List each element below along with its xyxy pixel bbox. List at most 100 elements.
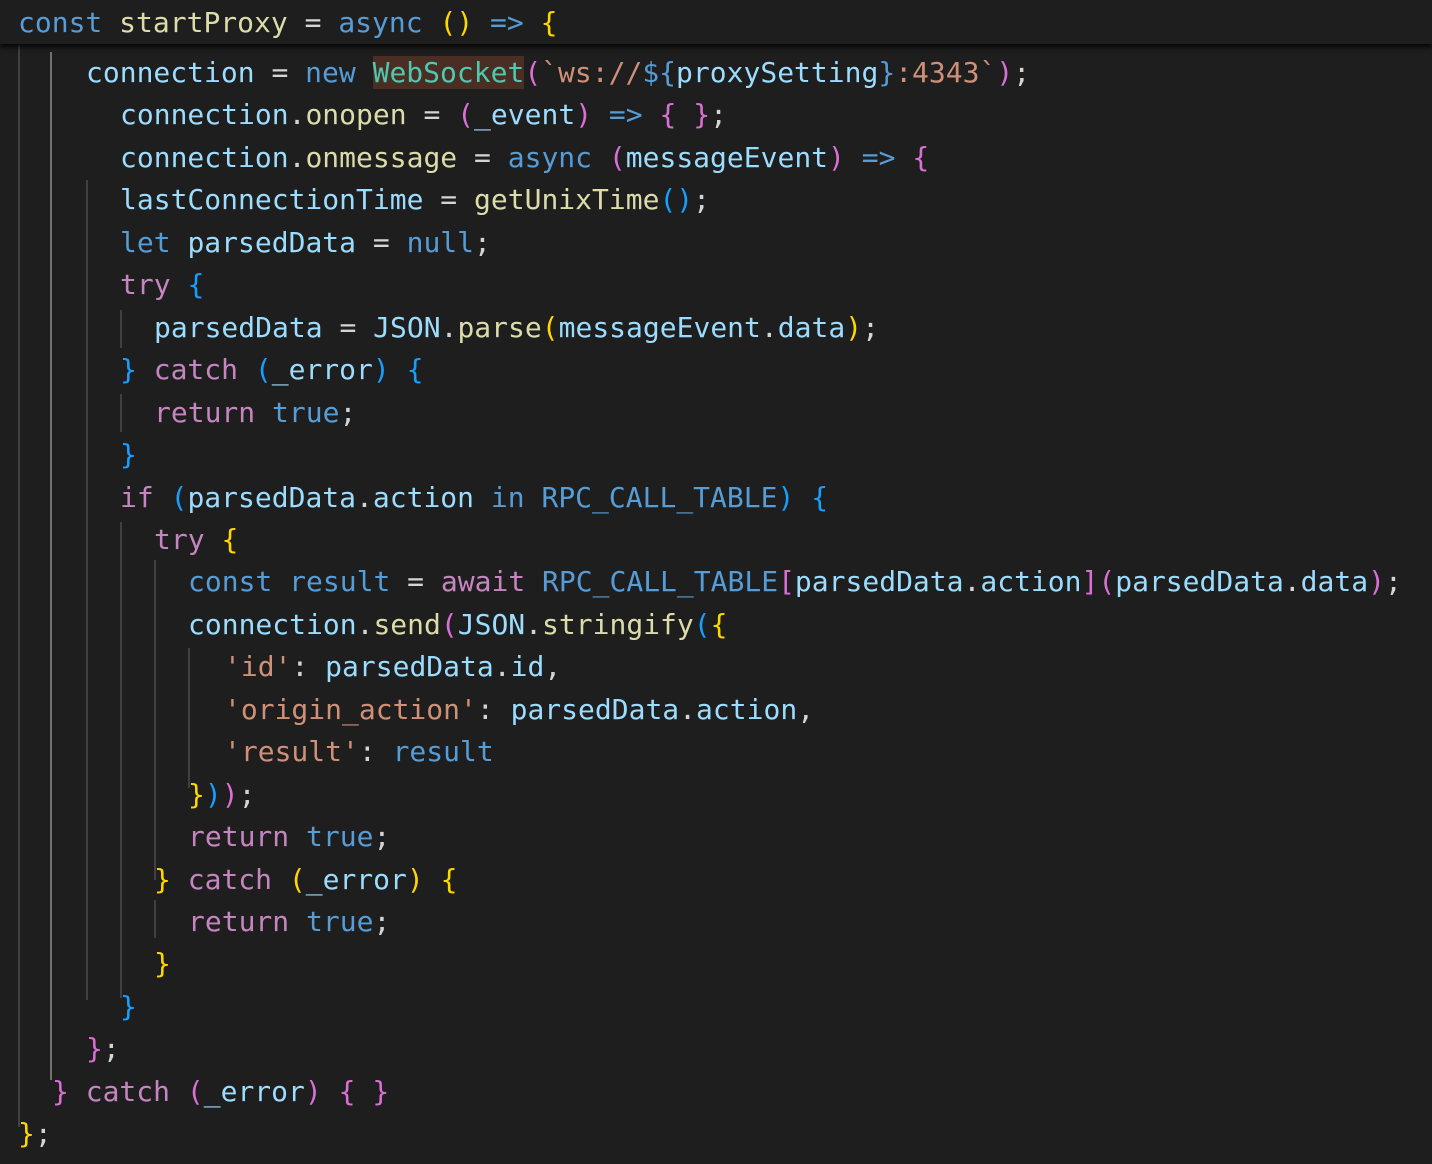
indent-guide bbox=[154, 560, 156, 880]
code-token: ; bbox=[34, 1117, 52, 1151]
code-token: ) bbox=[406, 862, 424, 896]
code-token: return bbox=[154, 395, 256, 429]
code-token: = bbox=[407, 565, 425, 599]
code-token: connection bbox=[86, 56, 255, 89]
code-token: . bbox=[1283, 565, 1301, 599]
code-token: true bbox=[272, 395, 340, 429]
code-token: ) bbox=[304, 1074, 322, 1108]
code-line: if (parsedData.action in RPC_CALL_TABLE)… bbox=[120, 477, 828, 519]
code-token: ; bbox=[373, 820, 391, 854]
code-token: action bbox=[372, 480, 475, 514]
code-token: ) bbox=[221, 777, 239, 811]
code-token: WebSocket bbox=[372, 56, 525, 89]
code-token: new bbox=[305, 56, 356, 89]
code-line: } bbox=[154, 943, 171, 985]
code-line: return true; bbox=[154, 392, 356, 434]
code-token: . bbox=[288, 98, 306, 132]
code-token: { bbox=[440, 862, 458, 896]
code-token: } bbox=[120, 438, 137, 472]
code-token: ) bbox=[777, 480, 795, 514]
code-token: onopen bbox=[305, 98, 407, 132]
code-token: : bbox=[358, 735, 376, 769]
code-token: in bbox=[490, 480, 525, 514]
code-token: ( bbox=[693, 607, 711, 641]
sticky-scroll-header[interactable]: const startProxy = async () => { bbox=[0, 0, 1432, 44]
indent-guide bbox=[154, 900, 156, 938]
code-token: true bbox=[306, 820, 374, 854]
code-token: result bbox=[392, 735, 494, 769]
code-token: , bbox=[544, 650, 562, 684]
code-line: connection.send(JSON.stringify({ bbox=[188, 604, 727, 646]
code-token: async bbox=[507, 140, 593, 174]
code-token: ( bbox=[1098, 565, 1116, 599]
code-line: const result = await RPC_CALL_TABLE[pars… bbox=[188, 561, 1402, 603]
code-token: . bbox=[440, 310, 458, 344]
code-line: lastConnectionTime = getUnixTime(); bbox=[120, 179, 710, 221]
code-token: } bbox=[154, 947, 171, 981]
code-token: [ bbox=[778, 565, 795, 599]
code-token: ( bbox=[457, 98, 475, 132]
code-token: JSON bbox=[373, 310, 441, 344]
code-token: } bbox=[693, 98, 711, 132]
code-token: = bbox=[474, 140, 491, 174]
code-token: if bbox=[120, 480, 154, 514]
code-token: { bbox=[540, 6, 558, 39]
code-token: { bbox=[338, 1074, 356, 1108]
code-token: ) bbox=[996, 56, 1014, 89]
code-token: ; bbox=[710, 98, 727, 132]
code-token: . bbox=[356, 607, 374, 641]
code-token: const bbox=[188, 565, 273, 599]
code-token: ; bbox=[238, 777, 256, 811]
code-token: startProxy bbox=[119, 6, 288, 39]
code-token: getUnixTime bbox=[474, 183, 660, 217]
code-token: ) bbox=[575, 98, 593, 132]
code-editor[interactable]: const startProxy = async () => { connect… bbox=[0, 0, 1432, 1164]
code-token: RPC_CALL_TABLE bbox=[541, 480, 778, 514]
code-token: ) bbox=[828, 140, 845, 174]
code-token: ) bbox=[1368, 565, 1385, 599]
code-token: try bbox=[154, 522, 205, 556]
code-token: catch bbox=[153, 353, 239, 387]
code-token: = bbox=[339, 310, 357, 344]
code-token: } bbox=[188, 777, 205, 811]
indent-guide bbox=[188, 648, 190, 788]
code-token: _event bbox=[474, 98, 576, 132]
code-token: action bbox=[980, 565, 1082, 599]
code-token: _error bbox=[271, 353, 373, 387]
code-token: ( bbox=[608, 140, 626, 174]
code-token: data bbox=[777, 310, 846, 344]
code-token: messageEvent bbox=[558, 310, 761, 344]
code-line: }; bbox=[18, 1113, 52, 1155]
code-token: } bbox=[878, 56, 896, 89]
code-token: connection bbox=[188, 607, 357, 641]
indent-guide bbox=[120, 394, 122, 432]
code-token: ( bbox=[541, 310, 559, 344]
code-token: parsedData bbox=[154, 310, 323, 344]
code-token: try bbox=[120, 268, 171, 302]
